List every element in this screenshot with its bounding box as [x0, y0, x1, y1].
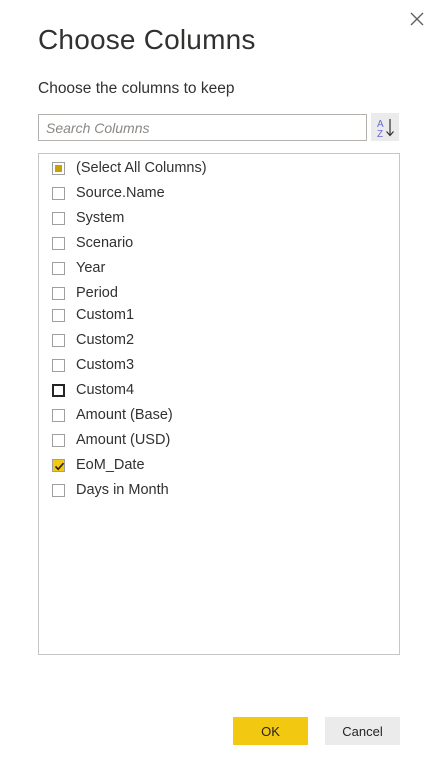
- column-item-amount-base[interactable]: Amount (Base): [52, 404, 173, 426]
- checkmark-icon: [54, 462, 65, 470]
- column-label: Amount (USD): [76, 432, 171, 448]
- cancel-button[interactable]: Cancel: [325, 717, 400, 745]
- dialog-title: Choose Columns: [38, 24, 256, 55]
- column-checkbox[interactable]: [52, 383, 65, 397]
- close-icon: [410, 12, 424, 26]
- dialog-subtitle: Choose the columns to keep: [38, 80, 235, 97]
- column-item-system[interactable]: System: [52, 207, 124, 229]
- column-checkbox[interactable]: [52, 483, 65, 497]
- column-checkbox[interactable]: [52, 458, 65, 472]
- select-all-checkbox[interactable]: [52, 161, 65, 175]
- column-label: Source.Name: [76, 185, 165, 201]
- column-label: Year: [76, 260, 106, 276]
- column-label: Custom4: [76, 382, 135, 398]
- column-label: Amount (Base): [76, 407, 173, 423]
- column-label: Period: [76, 285, 118, 301]
- column-item-scenario[interactable]: Scenario: [52, 232, 133, 254]
- column-item-custom4[interactable]: Custom4: [52, 379, 134, 401]
- column-label: EoM_Date: [76, 457, 145, 473]
- column-label: System: [76, 210, 125, 226]
- column-checkbox[interactable]: [52, 186, 65, 200]
- column-label: Days in Month: [76, 482, 169, 498]
- select-all-label: (Select All Columns): [76, 160, 207, 176]
- column-checkbox[interactable]: [52, 433, 65, 447]
- column-item-year[interactable]: Year: [52, 257, 105, 279]
- search-columns-input[interactable]: [38, 114, 367, 141]
- column-checkbox[interactable]: [52, 333, 65, 347]
- column-checkbox[interactable]: [52, 261, 65, 275]
- column-checkbox[interactable]: [52, 286, 65, 300]
- sort-button[interactable]: A Z: [371, 113, 399, 141]
- column-item-amount-usd[interactable]: Amount (USD): [52, 429, 170, 451]
- column-item-eom-date[interactable]: EoM_Date: [52, 454, 145, 476]
- column-checkbox[interactable]: [52, 308, 65, 322]
- column-item-source-name[interactable]: Source.Name: [52, 182, 165, 204]
- ok-button[interactable]: OK: [233, 717, 308, 745]
- columns-list[interactable]: (Select All Columns) Source.Name System …: [38, 153, 400, 655]
- column-label: Scenario: [76, 235, 134, 251]
- column-checkbox[interactable]: [52, 236, 65, 250]
- select-all-item[interactable]: (Select All Columns): [52, 157, 207, 179]
- column-item-custom3[interactable]: Custom3: [52, 354, 134, 376]
- column-item-custom2[interactable]: Custom2: [52, 329, 134, 351]
- column-checkbox[interactable]: [52, 358, 65, 372]
- column-item-period[interactable]: Period: [52, 282, 118, 304]
- column-item-days-in-month[interactable]: Days in Month: [52, 479, 169, 501]
- close-button[interactable]: [406, 8, 428, 30]
- column-item-custom1[interactable]: Custom1: [52, 304, 134, 326]
- svg-text:Z: Z: [377, 129, 383, 140]
- column-checkbox[interactable]: [52, 211, 65, 225]
- sort-az-icon: A Z: [377, 119, 394, 140]
- column-label: Custom2: [76, 332, 135, 348]
- column-label: Custom3: [76, 357, 135, 373]
- column-label: Custom1: [76, 307, 135, 323]
- column-checkbox[interactable]: [52, 408, 65, 422]
- choose-columns-dialog: Choose Columns Choose the columns to kee…: [0, 0, 438, 783]
